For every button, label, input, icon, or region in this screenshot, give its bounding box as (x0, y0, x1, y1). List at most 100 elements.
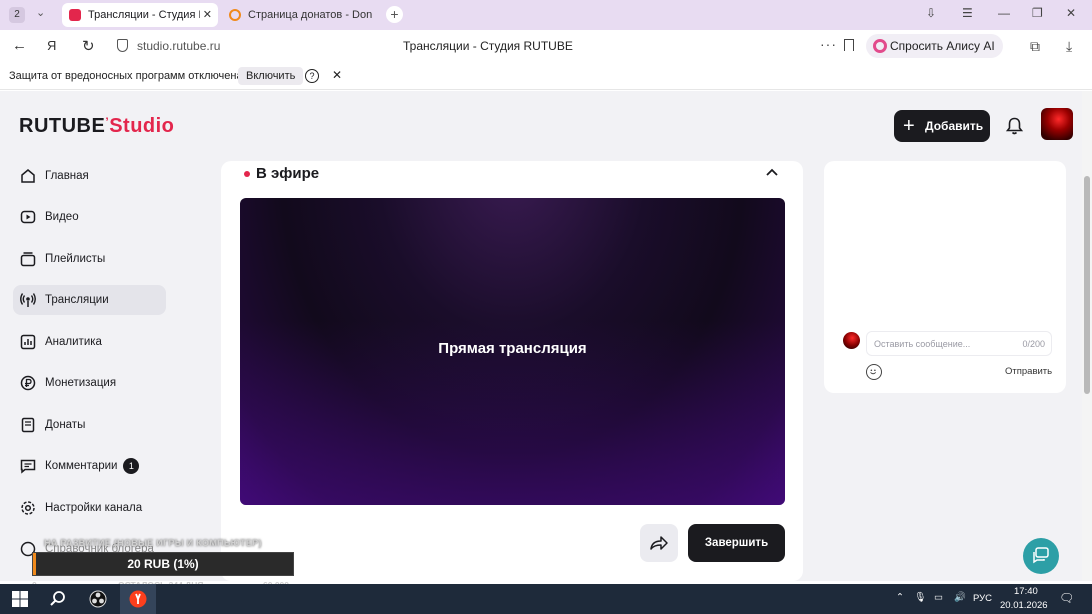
user-avatar[interactable] (1041, 108, 1073, 140)
yandex-browser-icon[interactable] (129, 590, 147, 608)
comments-icon (20, 459, 36, 474)
chevron-down-icon[interactable]: ⌄ (36, 6, 45, 19)
video-preview[interactable]: Прямая трансляция (240, 198, 785, 505)
close-icon[interactable]: ✕ (203, 3, 212, 27)
windows-taskbar: ⌃ 🎙 ▭ 🔊 РУС 17:40 20.01.2026 🗨 (0, 584, 1092, 614)
chat-message-input[interactable]: Оставить сообщение... 0/200 (866, 331, 1052, 356)
tab-title: Страница донатов - Donat (248, 9, 372, 21)
sidebar-item-channel-settings[interactable]: Настройки канала (13, 493, 166, 523)
tab-rutube-studio[interactable]: Трансляции - Студия RUTUBE ✕ (62, 3, 218, 27)
send-message-button[interactable]: Отправить (1005, 366, 1052, 377)
sidebar-item-analytics[interactable]: Аналитика (13, 327, 166, 357)
sidebar-item-label: Плейлисты (45, 253, 106, 265)
page-scrollbar[interactable] (1082, 91, 1092, 581)
video-icon (20, 210, 36, 224)
chat-user-avatar (843, 332, 860, 349)
ruble-icon (20, 375, 36, 391)
sidebar-item-label: Комментарии (45, 460, 118, 472)
extensions-icon[interactable]: ⧉ (1030, 38, 1040, 55)
downloads-icon[interactable]: ⤓ (1066, 38, 1072, 55)
url-field[interactable]: studio.rutube.ru (137, 39, 220, 53)
chat-panel: Оставить сообщение... 0/200 Отправить (824, 161, 1066, 393)
browser-tab-strip: 2 ⌄ Трансляции - Студия RUTUBE ✕ Страниц… (0, 0, 1092, 30)
chevron-up-icon[interactable]: ⌃ (896, 592, 904, 603)
logo-main: RUTUBE (19, 115, 106, 137)
sidebar-item-donations[interactable]: Донаты (13, 410, 166, 440)
search-icon[interactable] (49, 590, 67, 608)
sidebar-item-comments[interactable]: Комментарии 1 (13, 451, 166, 481)
sidebar-item-playlists[interactable]: Плейлисты (13, 244, 166, 274)
ask-alice-button[interactable]: Спросить Алису AI (866, 34, 1003, 58)
broadcast-icon (20, 293, 36, 307)
add-button-label: Добавить (925, 119, 984, 133)
sidebar-item-label: Донаты (45, 419, 86, 431)
sidebar-item-monetization[interactable]: Монетизация (13, 368, 166, 398)
more-icon[interactable]: ··· (820, 36, 837, 52)
bookmark-icon[interactable] (844, 39, 854, 51)
finish-stream-button[interactable]: Завершить (688, 524, 785, 562)
studio-page: RUTUBE’Studio + Добавить Главная Видео П… (0, 91, 1082, 581)
close-icon[interactable]: ✕ (332, 68, 342, 82)
protection-warning-text: Защита от вредоносных программ отключена (9, 70, 243, 82)
sidebar-item-video[interactable]: Видео (13, 202, 166, 232)
share-button[interactable] (640, 524, 678, 562)
language-indicator[interactable]: РУС (973, 593, 992, 604)
network-icon[interactable]: ▭ (934, 592, 943, 603)
notifications-icon[interactable]: 🗨 (1059, 591, 1074, 605)
add-button[interactable]: + Добавить (894, 110, 990, 142)
playlist-icon (20, 252, 36, 267)
sidebar-item-broadcasts[interactable]: Трансляции (13, 285, 166, 315)
sidebar-item-label: Трансляции (45, 294, 109, 306)
reload-icon[interactable]: ↻ (82, 37, 95, 55)
restore-icon[interactable]: ❐ (1032, 6, 1043, 20)
video-preview-label: Прямая трансляция (438, 340, 587, 357)
ask-alice-label: Спросить Алису AI (890, 39, 995, 53)
clock-date[interactable]: 20.01.2026 (1000, 600, 1048, 611)
sidebar-item-label: Видео (45, 211, 79, 223)
live-indicator (244, 171, 250, 177)
tab-donations[interactable]: Страница донатов - Donat (222, 3, 378, 27)
chevron-up-icon[interactable] (765, 167, 779, 177)
donation-favicon-icon (229, 9, 241, 21)
rutube-studio-logo[interactable]: RUTUBE’Studio (19, 115, 174, 138)
obs-icon[interactable] (89, 590, 107, 608)
sidebar-item-label: Монетизация (45, 377, 117, 389)
windows-start-icon[interactable] (11, 590, 29, 608)
alice-icon (873, 39, 887, 53)
share-icon (650, 536, 668, 550)
support-chat-button[interactable] (1023, 538, 1059, 574)
help-icon[interactable]: ? (305, 69, 319, 83)
studio-header: RUTUBE’Studio + Добавить (0, 91, 1082, 161)
minimize-icon[interactable]: — (998, 6, 1010, 20)
chat-char-counter: 0/200 (1022, 339, 1045, 349)
chat-placeholder: Оставить сообщение... (874, 339, 971, 349)
download-icon[interactable]: ⇩ (926, 6, 936, 20)
tab-count[interactable]: 2 (9, 7, 25, 23)
plus-icon: + (903, 115, 915, 137)
enable-protection-button[interactable]: Включить (238, 67, 304, 85)
volume-icon[interactable]: 🔊 (954, 592, 966, 603)
emoji-icon[interactable] (866, 364, 882, 380)
back-icon[interactable]: ← (12, 37, 27, 54)
scrollbar-thumb[interactable] (1084, 176, 1090, 394)
sidebar-item-home[interactable]: Главная (13, 161, 166, 191)
sidebar-item-label: Главная (45, 170, 89, 182)
home-icon (21, 169, 35, 183)
donation-amount: 20 RUB (1%) (127, 557, 199, 571)
menu-icon[interactable]: ☰ (962, 6, 973, 20)
shield-icon (117, 39, 128, 52)
sidebar-item-label: Аналитика (45, 336, 102, 348)
protection-warning-bar: Защита от вредоносных программ отключена… (0, 62, 1092, 90)
new-tab-button[interactable]: + (386, 6, 403, 23)
microphone-icon[interactable]: 🎙 (914, 592, 926, 603)
analytics-icon (20, 334, 36, 350)
bell-icon[interactable] (1006, 117, 1023, 135)
clock-time[interactable]: 17:40 (1014, 586, 1038, 597)
page-title: Трансляции - Студия RUTUBE (403, 39, 573, 53)
comments-count-badge: 1 (123, 457, 140, 474)
yandex-icon[interactable]: Я (47, 38, 56, 53)
close-window-icon[interactable]: ✕ (1066, 6, 1076, 20)
stream-status: В эфире (256, 165, 320, 182)
rutube-favicon-icon (69, 9, 81, 21)
logo-accent: Studio (109, 115, 175, 137)
